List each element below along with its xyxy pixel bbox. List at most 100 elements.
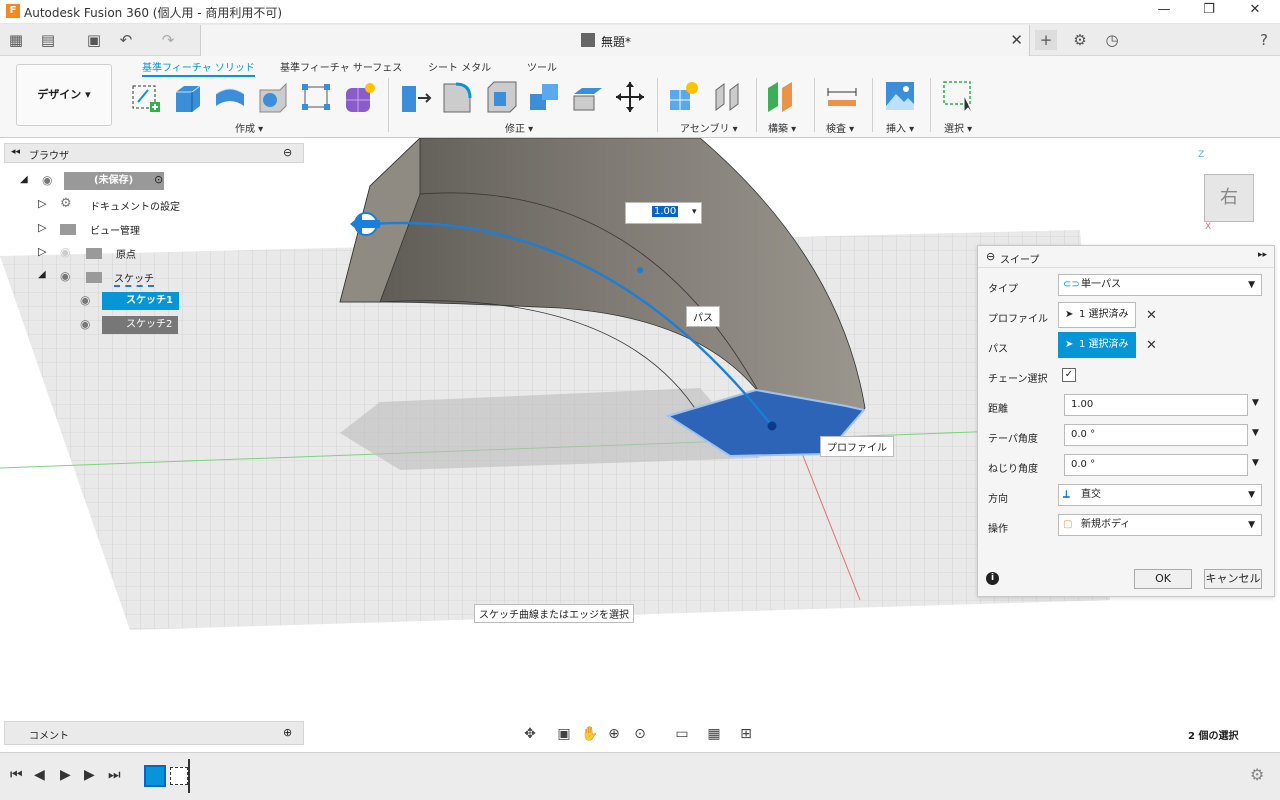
eye-icon[interactable]: ◉	[60, 269, 70, 283]
info-icon[interactable]: i	[986, 572, 999, 585]
new-component-icon[interactable]	[668, 80, 700, 114]
minimize-button[interactable]: —	[1154, 2, 1174, 20]
expand-arrow-icon[interactable]: ▷	[38, 245, 46, 258]
select-group-label[interactable]: 選択 ▾	[944, 120, 972, 135]
sketch-row[interactable]: ◉ スケッチ1	[4, 290, 304, 312]
cancel-button[interactable]: キャンセル	[1204, 569, 1262, 589]
create-group-label[interactable]: 作成 ▾	[235, 120, 263, 135]
eye-icon[interactable]: ◉	[80, 317, 90, 331]
distance-input-value[interactable]: 1.00	[652, 206, 679, 217]
display-settings-icon[interactable]: ▭	[670, 722, 694, 746]
go-to-start-icon[interactable]: ⏮	[10, 767, 23, 783]
twist-field[interactable]: 0.0 °	[1064, 454, 1248, 476]
construct-group-label[interactable]: 構築 ▾	[768, 120, 796, 135]
help-icon[interactable]: ?	[1254, 30, 1274, 50]
timeline-sketch-1[interactable]	[144, 765, 166, 787]
tab-tools[interactable]: ツール	[527, 59, 557, 74]
undo-icon[interactable]: ↶	[116, 30, 136, 50]
path-select-button[interactable]: ➤ 1 選択済み	[1058, 332, 1136, 358]
clear-path-button[interactable]: ✕	[1146, 338, 1157, 353]
eye-hidden-icon[interactable]: ◉	[60, 245, 70, 259]
taper-field[interactable]: 0.0 °	[1064, 424, 1248, 446]
viewports-icon[interactable]: ⊞	[734, 722, 758, 746]
distance-input-box[interactable]: 1.00 ▾	[625, 202, 702, 224]
tab-surface[interactable]: 基準フィーチャ サーフェス	[280, 59, 402, 74]
tree-item[interactable]: ◢ ◉ スケッチ	[4, 266, 304, 288]
tree-item[interactable]: ▷ ビュー管理	[4, 218, 304, 240]
assembly-group-label[interactable]: アセンブリ ▾	[680, 120, 738, 135]
joint-icon[interactable]	[712, 80, 744, 114]
tree-root[interactable]: ◢ ◉ (未保存) ⊙	[4, 170, 304, 192]
ok-button[interactable]: OK	[1134, 569, 1192, 589]
combine-icon[interactable]	[528, 80, 560, 114]
expand-arrow-icon[interactable]: ▷	[38, 221, 46, 234]
move-icon[interactable]	[614, 80, 646, 114]
chevron-down-icon[interactable]: ▼	[1252, 398, 1259, 408]
hole-icon[interactable]	[256, 80, 288, 114]
sketch-item-1[interactable]: スケッチ1	[102, 292, 179, 310]
look-at-icon[interactable]: ▣	[552, 722, 576, 746]
chevron-down-icon[interactable]: ▼	[1252, 428, 1259, 438]
file-icon[interactable]: ▤	[38, 30, 58, 50]
expand-dialog-icon[interactable]: ▸▸	[1258, 250, 1267, 260]
save-icon[interactable]: ▣	[84, 30, 104, 50]
timeline-marker[interactable]	[188, 759, 190, 793]
pan-hand-icon[interactable]: ✋	[578, 722, 602, 746]
expand-arrow-icon[interactable]: ▷	[38, 197, 46, 210]
grid-settings-icon[interactable]: ▦	[702, 722, 726, 746]
minus-icon[interactable]: ⊖	[986, 250, 995, 263]
insert-image-icon[interactable]	[884, 80, 916, 114]
measure-icon[interactable]	[826, 80, 858, 114]
comments-panel[interactable]: コメント ⊕	[4, 721, 304, 745]
revolve-icon[interactable]	[214, 80, 246, 114]
profile-select-button[interactable]: ➤ 1 選択済み	[1058, 302, 1136, 328]
orbit-icon[interactable]: ✥	[518, 722, 542, 746]
chevron-down-icon[interactable]: ▼	[1252, 458, 1259, 468]
step-forward-icon[interactable]: ▶	[84, 767, 95, 783]
pattern-icon[interactable]	[300, 80, 332, 114]
new-tab-button[interactable]: +	[1035, 30, 1057, 50]
sketch-row[interactable]: ◉ スケッチ2	[4, 314, 304, 336]
timeline-sketch-2[interactable]	[170, 767, 188, 785]
maximize-button[interactable]: ❐	[1199, 2, 1219, 20]
history-icon[interactable]: ◷	[1102, 30, 1122, 50]
operation-dropdown[interactable]: ▢ 新規ボディ ▼	[1058, 514, 1262, 536]
view-cube[interactable]: 右	[1204, 174, 1254, 222]
shell-icon[interactable]	[486, 80, 518, 114]
extrude-icon[interactable]	[172, 80, 204, 114]
orientation-dropdown[interactable]: ⟂ 直交 ▼	[1058, 484, 1262, 506]
create-form-icon[interactable]	[344, 80, 376, 114]
type-dropdown[interactable]: ⊂⊃ 単一パス ▼	[1058, 274, 1262, 296]
select-icon[interactable]	[942, 80, 974, 114]
eye-icon[interactable]: ◉	[80, 293, 90, 307]
step-back-icon[interactable]: ◀	[34, 767, 45, 783]
root-component[interactable]: (未保存)	[64, 172, 164, 190]
distance-field[interactable]: 1.00	[1064, 394, 1248, 416]
tree-item[interactable]: ▷ ⚙ ドキュメントの設定	[4, 194, 304, 216]
tab-sheet-metal[interactable]: シート メタル	[428, 59, 491, 74]
expand-icon[interactable]: ◢	[20, 174, 28, 185]
redo-icon[interactable]: ↷	[158, 30, 178, 50]
inspect-group-label[interactable]: 検査 ▾	[826, 120, 854, 135]
fit-icon[interactable]: ⊙	[628, 722, 652, 746]
go-to-end-icon[interactable]: ⏭	[108, 767, 121, 783]
workspace-dropdown[interactable]: デザイン ▾	[16, 64, 112, 126]
chain-checkbox[interactable]: ✓	[1062, 368, 1076, 382]
create-sketch-icon[interactable]	[130, 80, 162, 114]
collapse-icon[interactable]: ◂◂	[11, 147, 20, 157]
tab-solid[interactable]: 基準フィーチャ ソリッド	[142, 59, 255, 77]
timeline-settings-icon[interactable]: ⚙	[1250, 765, 1264, 784]
tree-item[interactable]: ▷ ◉ 原点	[4, 242, 304, 264]
replace-face-icon[interactable]	[572, 80, 604, 114]
document-tab[interactable]: 無題* ✕	[200, 25, 1030, 56]
minus-icon[interactable]: ⊖	[283, 146, 292, 159]
fillet-icon[interactable]	[442, 80, 474, 114]
grid-menu-icon[interactable]: ▦	[6, 30, 26, 50]
add-comment-icon[interactable]: ⊕	[283, 726, 292, 739]
sketch-item-2[interactable]: スケッチ2	[102, 316, 179, 334]
offset-plane-icon[interactable]	[766, 80, 798, 114]
close-window-button[interactable]: ✕	[1245, 2, 1265, 20]
extensions-icon[interactable]: ⚙	[1070, 30, 1090, 50]
insert-group-label[interactable]: 挿入 ▾	[886, 120, 914, 135]
zoom-icon[interactable]: ⊕	[602, 722, 626, 746]
